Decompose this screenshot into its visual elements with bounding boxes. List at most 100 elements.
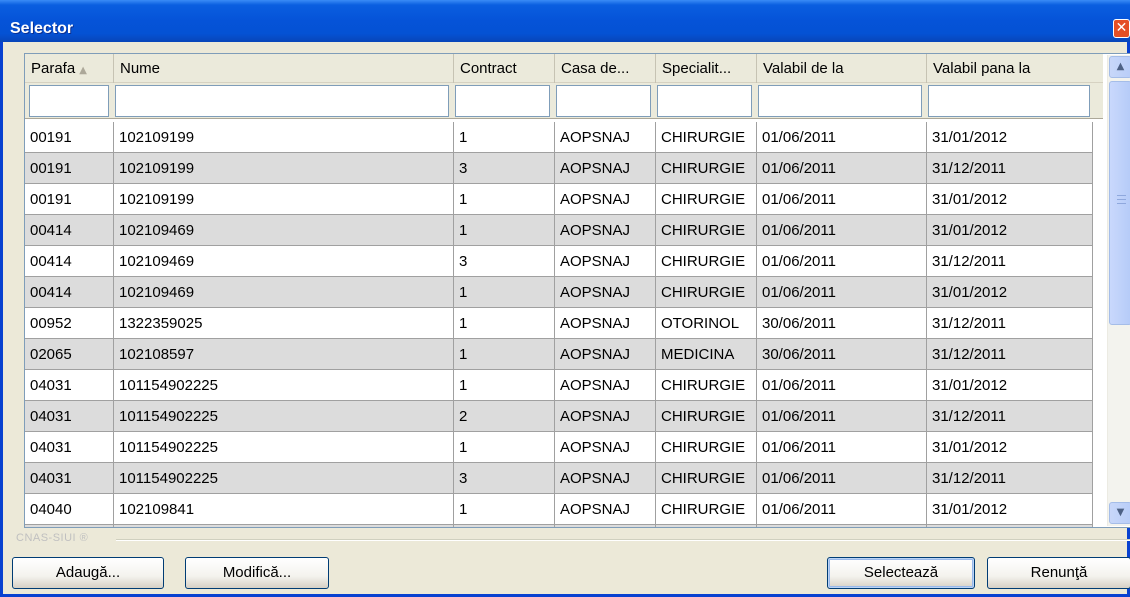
table-row[interactable]: 00414 102109469 1 AOPSNAJ CHIRURGIE 01/06/201… — [25, 277, 1093, 308]
table-cell: OTORINOL — [656, 308, 757, 339]
table-cell: 00191 — [25, 122, 114, 153]
table-cell: 101154902225 — [114, 401, 454, 432]
table-cell: 102109199 — [114, 184, 454, 215]
table-cell: 1 — [454, 122, 555, 153]
table-cell: AOPSNAJ — [555, 215, 656, 246]
column-header-valabil-pana-la[interactable]: Valabil pana la — [927, 54, 1103, 83]
table-cell: 3 — [454, 463, 555, 494]
filter-nume-input[interactable] — [115, 85, 449, 117]
table-row[interactable]: 00414 102109469 3 AOPSNAJ CHIRURGIE 01/06/201… — [25, 246, 1093, 277]
table-cell: 31/01/2012 — [927, 494, 1093, 525]
table-cell: 102109469 — [114, 277, 454, 308]
table-cell: 31/01/2012 — [927, 277, 1093, 308]
table-cell: 00414 — [25, 215, 114, 246]
column-header-specialitate[interactable]: Specialit... — [656, 54, 757, 83]
grid-body: 00191 102109199 1 AOPSNAJ CHIRURGIE 01/06/201… — [25, 122, 1103, 527]
table-cell: 3 — [454, 153, 555, 184]
table-cell: 31/12/2011 — [927, 525, 1093, 527]
table-cell: 00414 — [25, 246, 114, 277]
table-cell: 2 — [454, 401, 555, 432]
chevron-down-icon[interactable]: ▼ — [1109, 502, 1130, 524]
table-row[interactable]: 04031 101154902225 1 AOPSNAJ CHIRURGIE 01/06/… — [25, 370, 1093, 401]
table-cell: 102109199 — [114, 153, 454, 184]
table-cell: MEDICINA — [656, 339, 757, 370]
table-cell: 1 — [454, 308, 555, 339]
table-cell: CHIRURGIE — [656, 246, 757, 277]
table-cell: 31/12/2011 — [927, 308, 1093, 339]
table-row[interactable]: 040401021098412AOPSNAJCHIRURGIE01/06/201… — [25, 525, 1093, 527]
table-row[interactable]: 04031 101154902225 3 AOPSNAJ CHIRURGIE 01/06/… — [25, 463, 1093, 494]
vertical-scrollbar[interactable]: ▲ ▼ — [1107, 55, 1130, 526]
table-cell: 102108597 — [114, 339, 454, 370]
table-cell: 102109469 — [114, 246, 454, 277]
table-cell: 01/06/2011 — [757, 525, 927, 527]
table-row[interactable]: 04040 102109841 1 AOPSNAJ CHIRURGIE 01/06/201… — [25, 494, 1093, 525]
table-cell: 31/12/2011 — [927, 339, 1093, 370]
table-cell: 04031 — [25, 370, 114, 401]
table-cell: AOPSNAJ — [555, 463, 656, 494]
table-cell: AOPSNAJ — [555, 525, 656, 527]
table-cell: 00952 — [25, 308, 114, 339]
table-row[interactable]: 00414 102109469 1 AOPSNAJ CHIRURGIE 01/06/201… — [25, 215, 1093, 246]
table-row[interactable]: 04031 101154902225 2 AOPSNAJ CHIRURGIE 01/06/… — [25, 401, 1093, 432]
table-cell: 00414 — [25, 277, 114, 308]
table-cell: 2 — [454, 525, 555, 527]
table-cell: AOPSNAJ — [555, 184, 656, 215]
add-button[interactable]: Adaugă... — [12, 557, 164, 589]
table-cell: CHIRURGIE — [656, 215, 757, 246]
column-header-parafa[interactable]: Parafa ▲ — [25, 54, 114, 83]
table-cell: 1 — [454, 215, 555, 246]
table-cell: 04031 — [25, 463, 114, 494]
table-cell: 04031 — [25, 401, 114, 432]
table-cell: AOPSNAJ — [555, 401, 656, 432]
table-cell: 01/06/2011 — [757, 463, 927, 494]
table-cell: 31/01/2012 — [927, 122, 1093, 153]
table-row[interactable]: 02065 102108597 1 AOPSNAJ MEDICINA 30/06/2011… — [25, 339, 1093, 370]
table-cell: 102109469 — [114, 215, 454, 246]
close-icon[interactable]: ✕ — [1113, 19, 1130, 38]
table-cell: 102109199 — [114, 122, 454, 153]
filter-valabil-de-la-input[interactable] — [758, 85, 922, 117]
table-cell: 30/06/2011 — [757, 339, 927, 370]
table-cell: 1 — [454, 339, 555, 370]
table-row[interactable]: 00952 1322359025 1 AOPSNAJ OTORINOL 30/06/201… — [25, 308, 1093, 339]
table-row[interactable]: 00191 102109199 1 AOPSNAJ CHIRURGIE 01/06/201… — [25, 122, 1093, 153]
table-cell: CHIRURGIE — [656, 277, 757, 308]
table-cell: 31/12/2011 — [927, 153, 1093, 184]
table-cell: 1 — [454, 184, 555, 215]
cancel-button[interactable]: Renunţă — [987, 557, 1130, 589]
table-cell: 31/01/2012 — [927, 370, 1093, 401]
table-cell: AOPSNAJ — [555, 246, 656, 277]
column-header-nume[interactable]: Nume — [114, 54, 454, 83]
table-cell: AOPSNAJ — [555, 277, 656, 308]
scrollbar-thumb[interactable] — [1109, 81, 1130, 325]
column-header-valabil-de-la[interactable]: Valabil de la — [757, 54, 927, 83]
column-header-contract[interactable]: Contract — [454, 54, 555, 83]
table-cell: 101154902225 — [114, 370, 454, 401]
column-header-casa[interactable]: Casa de... — [555, 54, 656, 83]
table-cell: 31/01/2012 — [927, 215, 1093, 246]
table-row[interactable]: 00191 102109199 1 AOPSNAJ CHIRURGIE 01/06/201… — [25, 184, 1093, 215]
table-cell: 31/12/2011 — [927, 401, 1093, 432]
modify-button[interactable]: Modifică... — [185, 557, 329, 589]
grip-icon — [1117, 195, 1126, 204]
table-cell: CHIRURGIE — [656, 122, 757, 153]
filter-valabil-pana-la-input[interactable] — [928, 85, 1090, 117]
table-cell: 02065 — [25, 339, 114, 370]
table-cell: 1 — [454, 494, 555, 525]
table-cell: AOPSNAJ — [555, 308, 656, 339]
select-button[interactable]: Selectează — [827, 557, 975, 589]
filter-casa-input[interactable] — [556, 85, 651, 117]
table-cell: 01/06/2011 — [757, 122, 927, 153]
filter-specialitate-input[interactable] — [657, 85, 752, 117]
table-row[interactable]: 04031 101154902225 1 AOPSNAJ CHIRURGIE 01/06/… — [25, 432, 1093, 463]
table-cell: CHIRURGIE — [656, 370, 757, 401]
chevron-up-icon[interactable]: ▲ — [1109, 56, 1130, 78]
table-cell: 01/06/2011 — [757, 401, 927, 432]
filter-contract-input[interactable] — [455, 85, 550, 117]
table-cell: 1 — [454, 432, 555, 463]
table-row[interactable]: 00191 102109199 3 AOPSNAJ CHIRURGIE 01/06/201… — [25, 153, 1093, 184]
table-cell: 1 — [454, 370, 555, 401]
filter-parafa-input[interactable] — [29, 85, 109, 117]
table-cell: AOPSNAJ — [555, 432, 656, 463]
